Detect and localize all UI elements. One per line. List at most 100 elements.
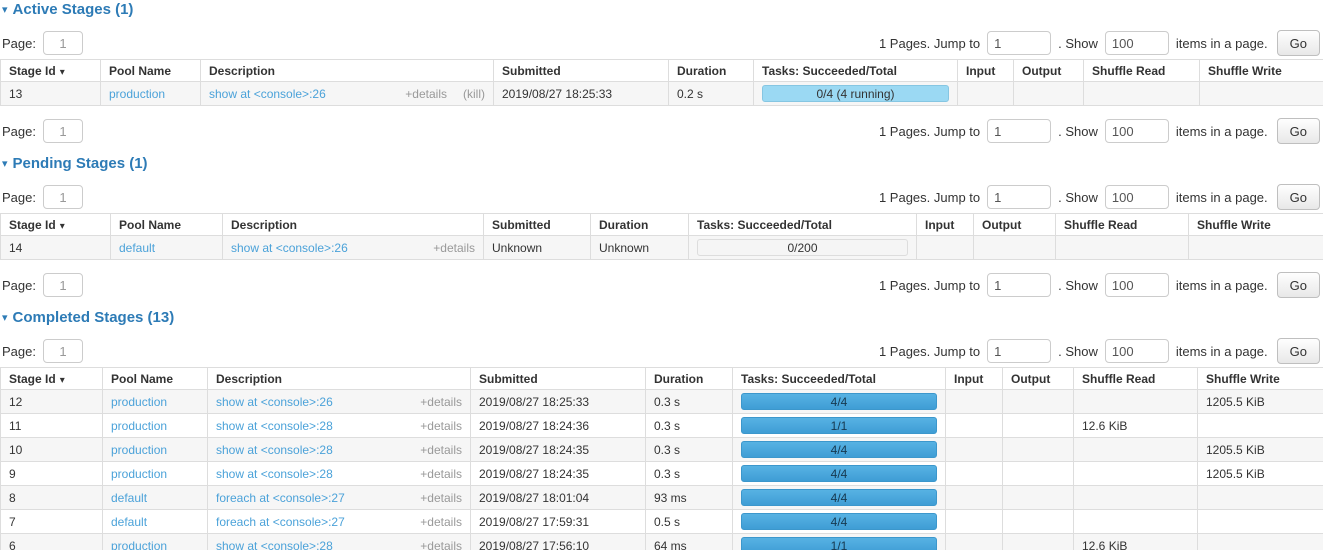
- tasks-progress-bar: 4/4: [741, 465, 937, 482]
- go-button[interactable]: Go: [1277, 338, 1320, 364]
- jump-to-input[interactable]: [987, 185, 1051, 209]
- page-number-input[interactable]: [43, 273, 83, 297]
- column-header-label: Output: [1022, 64, 1061, 78]
- column-header-pool-name[interactable]: Pool Name: [111, 214, 223, 236]
- column-header-stage-id[interactable]: Stage Id▾: [1, 368, 103, 390]
- description-link[interactable]: show at <console>:26: [209, 87, 326, 101]
- jump-to-input[interactable]: [987, 119, 1051, 143]
- go-button[interactable]: Go: [1277, 30, 1320, 56]
- details-toggle[interactable]: +details: [405, 87, 447, 101]
- page-number-input[interactable]: [43, 339, 83, 363]
- column-header-shuffle-write[interactable]: Shuffle Write: [1200, 60, 1323, 82]
- pool-name-link[interactable]: production: [111, 395, 167, 409]
- column-header-tasks-succeeded-total[interactable]: Tasks: Succeeded/Total: [754, 60, 958, 82]
- tasks-progress-bar: 1/1: [741, 417, 937, 434]
- column-header-stage-id[interactable]: Stage Id▾: [1, 60, 101, 82]
- column-header-output[interactable]: Output: [974, 214, 1056, 236]
- page-number-input[interactable]: [43, 31, 83, 55]
- collapse-arrow-icon: ▾: [2, 4, 8, 16]
- shuffle-write-cell: 1205.5 KiB: [1198, 390, 1323, 414]
- pool-name-link[interactable]: default: [111, 515, 147, 529]
- details-toggle[interactable]: +details: [420, 539, 462, 550]
- pool-name-link[interactable]: production: [111, 419, 167, 433]
- column-header-output[interactable]: Output: [1003, 368, 1074, 390]
- description-link[interactable]: show at <console>:26: [216, 395, 333, 409]
- description-link[interactable]: show at <console>:26: [231, 241, 348, 255]
- column-header-input[interactable]: Input: [958, 60, 1014, 82]
- column-header-description[interactable]: Description: [201, 60, 494, 82]
- jump-to-input[interactable]: [987, 273, 1051, 297]
- section-header-active-stages[interactable]: ▾Active Stages (1): [0, 2, 1323, 18]
- details-toggle[interactable]: +details: [420, 515, 462, 529]
- column-header-shuffle-read[interactable]: Shuffle Read: [1084, 60, 1200, 82]
- column-header-submitted[interactable]: Submitted: [484, 214, 591, 236]
- pages-jump-text: 1 Pages. Jump to: [879, 278, 980, 293]
- column-header-description[interactable]: Description: [208, 368, 471, 390]
- column-header-duration[interactable]: Duration: [669, 60, 754, 82]
- details-toggle[interactable]: +details: [433, 241, 475, 255]
- details-toggle[interactable]: +details: [420, 419, 462, 433]
- pagination-left: Page:: [2, 185, 83, 209]
- column-header-shuffle-read[interactable]: Shuffle Read: [1074, 368, 1198, 390]
- table-row: 8defaultforeach at <console>:27+details2…: [1, 486, 1323, 510]
- pool-name-link[interactable]: default: [119, 241, 155, 255]
- page-size-input[interactable]: [1105, 339, 1169, 363]
- pool-name-link[interactable]: default: [111, 491, 147, 505]
- column-header-label: Description: [231, 218, 297, 232]
- go-button[interactable]: Go: [1277, 184, 1320, 210]
- jump-to-input[interactable]: [987, 339, 1051, 363]
- column-header-shuffle-write[interactable]: Shuffle Write: [1198, 368, 1323, 390]
- column-header-description[interactable]: Description: [223, 214, 484, 236]
- section-header-completed-stages[interactable]: ▾Completed Stages (13): [0, 310, 1323, 326]
- stage-id-cell: 8: [1, 486, 103, 510]
- page-size-input[interactable]: [1105, 185, 1169, 209]
- column-header-duration[interactable]: Duration: [646, 368, 733, 390]
- column-header-label: Duration: [677, 64, 726, 78]
- column-header-shuffle-write[interactable]: Shuffle Write: [1189, 214, 1323, 236]
- jump-to-input[interactable]: [987, 31, 1051, 55]
- kill-link[interactable]: (kill): [463, 87, 485, 101]
- column-header-pool-name[interactable]: Pool Name: [101, 60, 201, 82]
- column-header-duration[interactable]: Duration: [591, 214, 689, 236]
- details-toggle[interactable]: +details: [420, 395, 462, 409]
- description-link[interactable]: show at <console>:28: [216, 443, 333, 457]
- page-size-input[interactable]: [1105, 273, 1169, 297]
- tasks-progress-label: 4/4: [831, 491, 848, 505]
- pool-name-link[interactable]: production: [111, 467, 167, 481]
- column-header-output[interactable]: Output: [1014, 60, 1084, 82]
- column-header-submitted[interactable]: Submitted: [494, 60, 669, 82]
- page-number-input[interactable]: [43, 119, 83, 143]
- details-toggle[interactable]: +details: [420, 443, 462, 457]
- details-toggle[interactable]: +details: [420, 491, 462, 505]
- page-size-input[interactable]: [1105, 31, 1169, 55]
- description-link[interactable]: show at <console>:28: [216, 419, 333, 433]
- column-header-input[interactable]: Input: [946, 368, 1003, 390]
- description-link[interactable]: foreach at <console>:27: [216, 491, 345, 505]
- description-link[interactable]: foreach at <console>:27: [216, 515, 345, 529]
- pool-name-link[interactable]: production: [109, 87, 165, 101]
- description-cell: show at <console>:28 +details: [208, 534, 471, 550]
- page-label: Page:: [2, 190, 36, 205]
- column-header-shuffle-read[interactable]: Shuffle Read: [1056, 214, 1189, 236]
- details-toggle[interactable]: +details: [420, 467, 462, 481]
- pool-name-link[interactable]: production: [111, 539, 167, 550]
- section-header-pending-stages[interactable]: ▾Pending Stages (1): [0, 156, 1323, 172]
- go-button[interactable]: Go: [1277, 272, 1320, 298]
- go-button[interactable]: Go: [1277, 118, 1320, 144]
- column-header-label: Submitted: [492, 218, 551, 232]
- page-size-input[interactable]: [1105, 119, 1169, 143]
- input-cell: [946, 438, 1003, 462]
- column-header-submitted[interactable]: Submitted: [471, 368, 646, 390]
- column-header-pool-name[interactable]: Pool Name: [103, 368, 208, 390]
- column-header-tasks-succeeded-total[interactable]: Tasks: Succeeded/Total: [733, 368, 946, 390]
- description-link[interactable]: show at <console>:28: [216, 539, 333, 550]
- description-link[interactable]: show at <console>:28: [216, 467, 333, 481]
- pool-name-link[interactable]: production: [111, 443, 167, 457]
- page-number-input[interactable]: [43, 185, 83, 209]
- column-header-tasks-succeeded-total[interactable]: Tasks: Succeeded/Total: [689, 214, 917, 236]
- stage-id-cell: 13: [1, 82, 101, 106]
- shuffle-read-cell: [1074, 438, 1198, 462]
- column-header-input[interactable]: Input: [917, 214, 974, 236]
- column-header-stage-id[interactable]: Stage Id▾: [1, 214, 111, 236]
- description-wrap: show at <console>:26 +details: [231, 241, 475, 255]
